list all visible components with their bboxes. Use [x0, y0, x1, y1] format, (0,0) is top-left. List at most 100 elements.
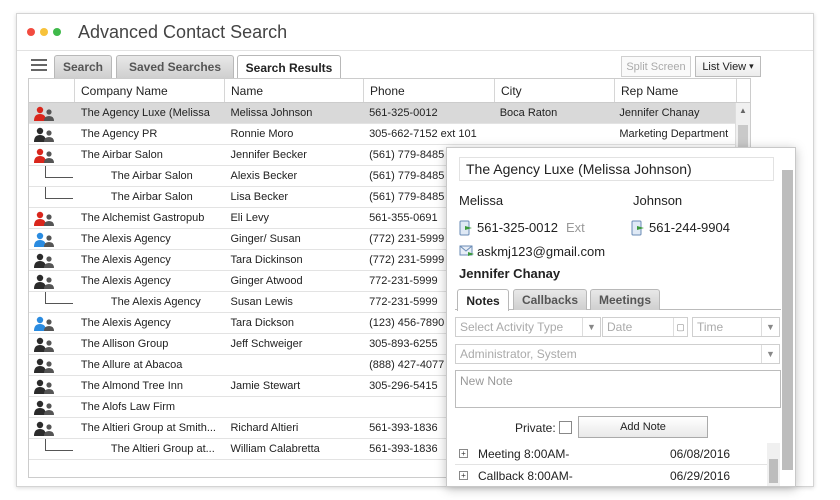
- date-field[interactable]: Date ▢: [602, 317, 688, 337]
- person-dark-icon: [34, 274, 54, 289]
- chevron-down-icon: ▼: [582, 318, 600, 336]
- name-cell: Susan Lewis: [230, 296, 293, 308]
- header-phone[interactable]: Phone: [364, 79, 495, 102]
- activity-label: Callback 8:00AM-: [478, 468, 573, 483]
- header-rep-name[interactable]: Rep Name: [615, 79, 737, 102]
- person-dark-icon: [34, 253, 54, 268]
- tab-meetings[interactable]: Meetings: [590, 289, 660, 310]
- expand-icon[interactable]: +: [459, 471, 468, 480]
- company-cell: The Alexis Agency: [110, 296, 201, 308]
- private-checkbox[interactable]: [559, 421, 572, 434]
- name-cell: Alexis Becker: [230, 170, 298, 182]
- chevron-down-icon: ▾: [749, 61, 754, 71]
- list-view-label: List View: [702, 60, 747, 73]
- row-icon-cell: [29, 291, 75, 313]
- name-cell: Melissa Johnson: [230, 107, 313, 119]
- row-icon-cell: [29, 208, 75, 229]
- calendar-icon[interactable]: ▢: [673, 318, 687, 336]
- title-bar: Advanced Contact Search: [17, 14, 813, 51]
- header-name[interactable]: Name: [225, 79, 364, 102]
- rep-name: Jennifer Chanay: [459, 266, 561, 281]
- activity-type-placeholder: Select Activity Type: [460, 320, 564, 334]
- person-red-icon: [34, 106, 54, 121]
- company-cell: The Alexis Agency: [80, 254, 171, 266]
- company-cell: The Altieri Group at Smith...: [80, 422, 216, 434]
- person-dark-icon: [34, 379, 54, 394]
- mobile-phone-icon[interactable]: [631, 220, 645, 236]
- grid-header: Company Name Name Phone City Rep Name: [29, 79, 750, 103]
- company-cell: The Airbar Salon: [110, 170, 193, 182]
- name-cell: Eli Levy: [230, 212, 269, 224]
- contact-title-field[interactable]: The Agency Luxe (Melissa Johnson): [459, 157, 774, 181]
- minimize-window-icon[interactable]: [40, 28, 48, 36]
- name-cell: Richard Altieri: [230, 422, 299, 434]
- primary-phone[interactable]: 561-325-0012: [477, 220, 558, 235]
- popup-scrollbar[interactable]: [782, 170, 793, 470]
- row-icon-cell: [29, 397, 75, 418]
- row-icon-cell: [29, 145, 75, 166]
- person-dark-icon: [34, 337, 54, 352]
- menu-icon[interactable]: [31, 59, 47, 73]
- tree-connector: [45, 291, 73, 304]
- ext-label: Ext: [566, 220, 585, 235]
- assigned-user-select[interactable]: Administrator, System ▼: [455, 344, 780, 364]
- list-item[interactable]: + Meeting 8:00AM- 06/08/2016: [455, 443, 773, 465]
- header-city[interactable]: City: [495, 79, 615, 102]
- row-icon-cell: [29, 250, 75, 271]
- secondary-phone[interactable]: 561-244-9904: [649, 220, 730, 235]
- row-icon-cell: [29, 103, 75, 124]
- email-icon[interactable]: [459, 244, 475, 258]
- activity-scrollbar[interactable]: [767, 443, 780, 486]
- company-cell: The Alexis Agency: [80, 275, 171, 287]
- activity-list: + Meeting 8:00AM- 06/08/2016 + Callback …: [455, 443, 773, 486]
- company-cell: The Agency PR: [80, 128, 158, 140]
- table-row[interactable]: The Agency PR Ronnie Moro 305-662-7152 ext…: [29, 124, 750, 145]
- row-icon-cell: [29, 355, 75, 376]
- phone-icon[interactable]: [459, 220, 473, 236]
- scroll-up-icon[interactable]: ▲: [736, 103, 750, 118]
- tab-search[interactable]: Search: [54, 55, 112, 78]
- name-cell: Lisa Becker: [230, 191, 288, 203]
- private-label: Private:: [515, 421, 556, 435]
- header-icon-column: [29, 79, 75, 102]
- list-item[interactable]: + Callback 8:00AM- 06/29/2016: [455, 465, 773, 486]
- rep-cell: Marketing Department: [619, 128, 729, 140]
- tab-callbacks[interactable]: Callbacks: [513, 289, 587, 310]
- person-dark-icon: [34, 400, 54, 415]
- new-note-textarea[interactable]: New Note: [455, 370, 781, 408]
- split-screen-button[interactable]: Split Screen: [621, 56, 691, 77]
- contact-detail-popup: The Agency Luxe (Melissa Johnson) Meliss…: [446, 147, 796, 487]
- company-cell: The Alchemist Gastropub: [80, 212, 205, 224]
- person-blue-icon: [34, 316, 54, 331]
- close-window-icon[interactable]: [27, 28, 35, 36]
- activity-type-select[interactable]: Select Activity Type ▼: [455, 317, 601, 337]
- table-row[interactable]: The Agency Luxe (Melissa Melissa Johnson 5…: [29, 103, 750, 124]
- tree-connector: [45, 438, 73, 451]
- tree-connector: [45, 186, 73, 199]
- header-company-name[interactable]: Company Name: [75, 79, 225, 102]
- time-select[interactable]: Time ▼: [692, 317, 780, 337]
- window-controls: [27, 28, 61, 36]
- row-icon-cell: [29, 186, 75, 208]
- activity-label: Meeting 8:00AM-: [478, 446, 570, 461]
- email-address[interactable]: askmj123@gmail.com: [477, 244, 605, 259]
- tab-notes[interactable]: Notes: [457, 289, 509, 311]
- maximize-window-icon[interactable]: [53, 28, 61, 36]
- tab-search-results[interactable]: Search Results: [237, 55, 341, 79]
- rep-cell: Jennifer Chanay: [619, 107, 700, 119]
- name-cell: Ronnie Moro: [230, 128, 294, 140]
- row-icon-cell: [29, 376, 75, 397]
- row-icon-cell: [29, 229, 75, 250]
- add-note-button[interactable]: Add Note: [578, 416, 708, 438]
- phone-cell: 305-662-7152 ext 101: [369, 128, 477, 140]
- company-cell: The Almond Tree Inn: [80, 380, 183, 392]
- tab-saved-searches[interactable]: Saved Searches: [116, 55, 234, 78]
- list-view-dropdown[interactable]: List View ▾: [695, 56, 761, 77]
- activity-date: 06/29/2016: [670, 468, 731, 483]
- window-title: Advanced Contact Search: [78, 21, 288, 42]
- company-cell: The Alofs Law Firm: [80, 401, 176, 413]
- chevron-down-icon: ▼: [761, 345, 779, 363]
- person-red-icon: [34, 211, 54, 226]
- expand-icon[interactable]: +: [459, 449, 468, 458]
- row-icon-cell: [29, 124, 75, 145]
